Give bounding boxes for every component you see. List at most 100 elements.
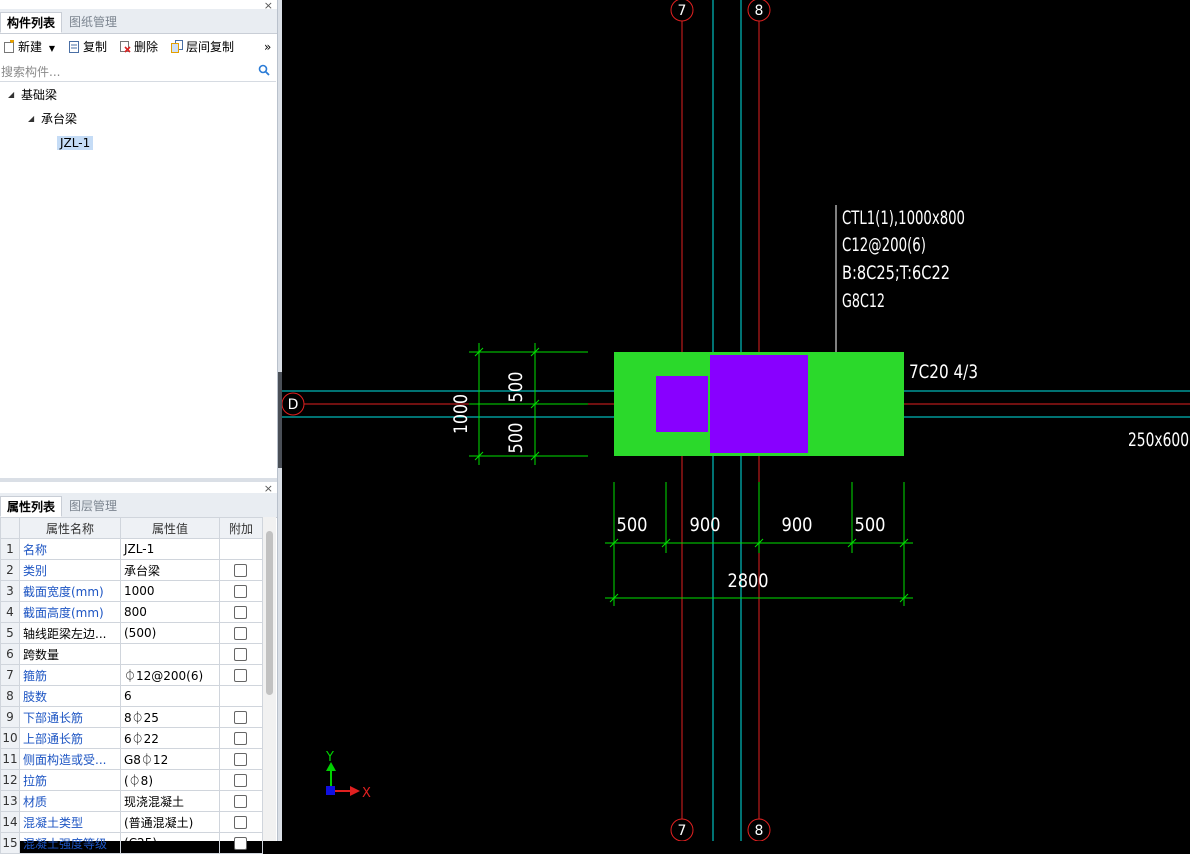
new-icon	[3, 39, 15, 53]
beam-annotation: CTL1(1),1000x800 C12@200(6) B:8C25;T:6C2…	[842, 207, 965, 312]
property-extra	[219, 790, 263, 812]
property-row[interactable]: 1 名称 JZL-1	[0, 538, 263, 560]
copy-label: 复制	[83, 40, 108, 54]
property-value[interactable]: 6	[120, 685, 220, 707]
property-value[interactable]: 800	[120, 601, 220, 623]
extra-checkbox[interactable]	[234, 732, 247, 745]
tab-component-list[interactable]: 构件列表	[0, 12, 63, 33]
property-row[interactable]: 11 侧面构造或受... G8⏀12	[0, 748, 263, 770]
extra-checkbox[interactable]	[234, 774, 247, 787]
property-name: 名称	[19, 538, 121, 560]
tree-node-jzl-1[interactable]: JZL-1	[57, 133, 94, 153]
dim-left-900: 900	[690, 514, 721, 536]
drawing-canvas[interactable]: 7 8 7 8 D CTL1(1),1000x800 C12@200(6) B:…	[281, 0, 1190, 842]
property-row[interactable]: 5 轴线距梁左边... (500)	[0, 622, 263, 644]
property-row[interactable]: 3 截面宽度(mm) 1000	[0, 580, 263, 602]
property-value[interactable]: (普通混凝土)	[120, 811, 220, 833]
column-small[interactable]	[656, 376, 708, 432]
scrollbar-thumb[interactable]	[266, 531, 273, 695]
property-row[interactable]: 9 下部通长筋 8⏀25	[0, 706, 263, 728]
extra-checkbox[interactable]	[234, 837, 247, 850]
new-dropdown-arrow-icon[interactable]: ▼	[49, 44, 55, 53]
property-value[interactable]: 6⏀22	[120, 727, 220, 749]
copy-button[interactable]: 复制	[68, 39, 107, 55]
delete-button[interactable]: 删除	[119, 39, 158, 55]
extra-checkbox[interactable]	[234, 669, 247, 682]
annotation-line-2: C12@200(6)	[842, 234, 926, 256]
tab-drawing-management[interactable]: 图纸管理	[63, 12, 123, 33]
property-name: 轴线距梁左边...	[19, 622, 121, 644]
property-extra	[219, 685, 263, 707]
extra-checkbox[interactable]	[234, 564, 247, 577]
property-value[interactable]: 8⏀25	[120, 706, 220, 728]
annotation-line-3: B:8C25;T:6C22	[842, 262, 950, 284]
property-value[interactable]: (C25)	[120, 832, 220, 854]
row-number: 4	[0, 601, 20, 623]
property-name: 拉筋	[19, 769, 121, 791]
dim-upper-height: 500	[505, 372, 527, 403]
expand-arrow-icon[interactable]: ◢	[8, 86, 14, 104]
extra-checkbox[interactable]	[234, 606, 247, 619]
property-value[interactable]: ⏀12@200(6)	[120, 664, 220, 686]
search-input[interactable]: 搜索构件...	[1, 63, 60, 80]
extra-checkbox[interactable]	[234, 711, 247, 724]
property-extra	[219, 769, 263, 791]
property-row[interactable]: 13 材质 现浇混凝土	[0, 790, 263, 812]
property-name: 材质	[19, 790, 121, 812]
property-row[interactable]: 14 混凝土类型 (普通混凝土)	[0, 811, 263, 833]
property-row[interactable]: 8 肢数 6	[0, 685, 263, 707]
property-name: 下部通长筋	[19, 706, 121, 728]
floor-copy-button[interactable]: 层间复制	[171, 39, 234, 55]
property-value[interactable]: 承台梁	[120, 559, 220, 581]
left-panel: × 构件列表 图纸管理 新建 ▼ 复制 删除 层间复制 » 搜索构件... ◢ …	[0, 0, 277, 854]
tree-node-foundation-beam[interactable]: ◢ 基础梁	[8, 86, 57, 104]
extra-checkbox[interactable]	[234, 585, 247, 598]
property-name: 混凝土类型	[19, 811, 121, 833]
search-icon[interactable]	[258, 64, 270, 79]
property-row[interactable]: 4 截面高度(mm) 800	[0, 601, 263, 623]
property-table-header: 属性名称 属性值 附加	[0, 517, 263, 539]
property-row[interactable]: 12 拉筋 (⏀8)	[0, 769, 263, 791]
property-row[interactable]: 2 类别 承台梁	[0, 559, 263, 581]
property-value[interactable]: 现浇混凝土	[120, 790, 220, 812]
property-extra	[219, 748, 263, 770]
row-number: 13	[0, 790, 20, 812]
extra-checkbox[interactable]	[234, 753, 247, 766]
property-row[interactable]: 6 跨数量	[0, 643, 263, 665]
property-name: 箍筋	[19, 664, 121, 686]
beam-size-label: 250x600	[1128, 429, 1189, 451]
axis-label-8-top: 8	[755, 3, 764, 19]
panel-divider[interactable]	[0, 478, 277, 482]
property-row[interactable]: 7 箍筋 ⏀12@200(6)	[0, 664, 263, 686]
property-value[interactable]	[120, 643, 220, 665]
tree-node-cap-beam[interactable]: ◢ 承台梁	[28, 110, 77, 128]
extra-checkbox[interactable]	[234, 648, 247, 661]
row-number: 14	[0, 811, 20, 833]
extra-checkbox[interactable]	[234, 627, 247, 640]
annotation-line-4: G8C12	[842, 290, 885, 312]
property-scrollbar[interactable]	[263, 517, 276, 841]
property-row[interactable]: 10 上部通长筋 6⏀22	[0, 727, 263, 749]
cad-drawing[interactable]: 7 8 7 8 D CTL1(1),1000x800 C12@200(6) B:…	[281, 0, 1190, 842]
column-large[interactable]	[710, 355, 808, 453]
property-extra	[219, 538, 263, 560]
header-extra: 附加	[219, 517, 263, 539]
property-value[interactable]: (⏀8)	[120, 769, 220, 791]
tab-layer-management[interactable]: 图层管理	[63, 496, 123, 517]
component-search[interactable]: 搜索构件...	[0, 60, 276, 82]
property-name: 上部通长筋	[19, 727, 121, 749]
property-value[interactable]: JZL-1	[120, 538, 220, 560]
extra-checkbox[interactable]	[234, 795, 247, 808]
row-number: 9	[0, 706, 20, 728]
property-row[interactable]: 15 混凝土强度等级 (C25)	[0, 832, 263, 854]
property-value[interactable]: (500)	[120, 622, 220, 644]
property-name: 肢数	[19, 685, 121, 707]
property-value[interactable]: G8⏀12	[120, 748, 220, 770]
expand-arrow-icon[interactable]: ◢	[28, 110, 34, 128]
new-button[interactable]: 新建 ▼	[3, 39, 55, 55]
toolbar-more-icon[interactable]: »	[264, 39, 271, 55]
dim-left-500: 500	[617, 514, 648, 536]
tab-property-list[interactable]: 属性列表	[0, 496, 63, 517]
property-value[interactable]: 1000	[120, 580, 220, 602]
extra-checkbox[interactable]	[234, 816, 247, 829]
